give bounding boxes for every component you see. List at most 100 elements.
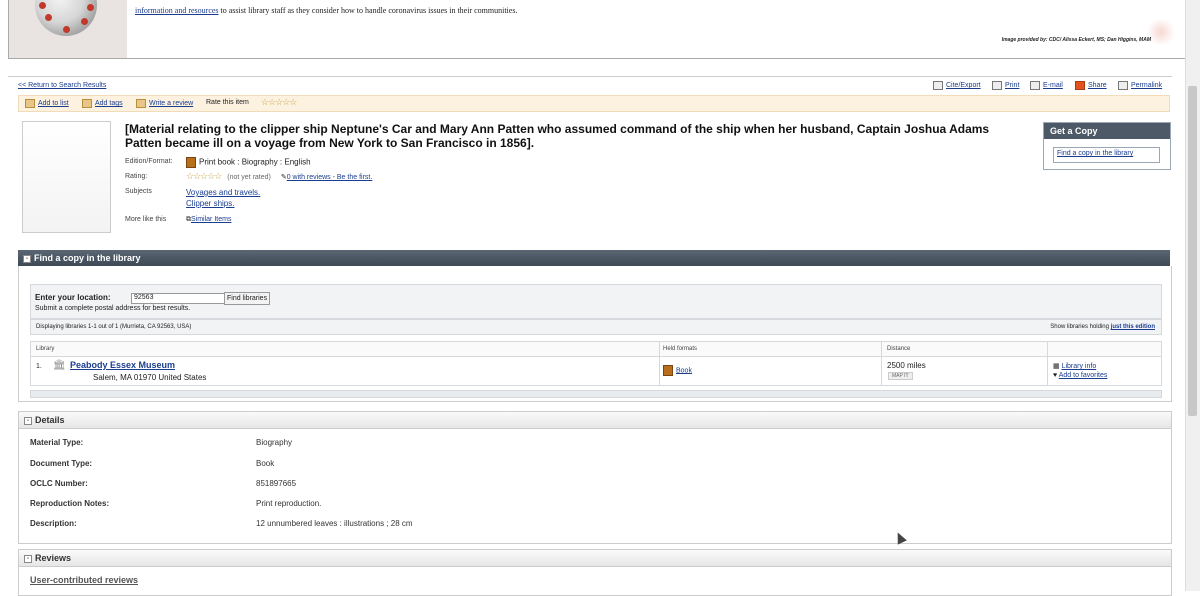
more-like-this-label: More like this (125, 216, 167, 223)
detail-value: 12 unnumbered leaves : illustrations ; 2… (256, 519, 413, 528)
detail-value: Biography (256, 438, 293, 447)
library-name-link[interactable]: Peabody Essex Museum (70, 360, 175, 370)
displaying-text: Displaying libraries 1-1 out of 1 (Murri… (36, 324, 192, 330)
rate-item-label: Rate this item (206, 99, 249, 106)
similar-items-label[interactable]: Similar Items (191, 216, 231, 223)
banner-resources-link[interactable]: information and resources (135, 6, 219, 15)
just-this-edition-link[interactable]: just this edition (1111, 324, 1155, 330)
held-format-link[interactable]: Book (663, 365, 692, 376)
cite-icon (933, 81, 943, 90)
add-favorites-link[interactable]: ♥ Add to favorites (1053, 372, 1107, 379)
add-tags-button[interactable]: Add tags (82, 99, 123, 108)
add-tags-label[interactable]: Add tags (95, 100, 123, 107)
library-address: Salem, MA 01970 United States (93, 373, 207, 382)
print-link[interactable]: Print (992, 81, 1019, 90)
get-a-copy-header: Get a Copy (1044, 123, 1170, 139)
write-review-button[interactable]: Write a review (136, 99, 193, 108)
distance-value: 2500 miles (887, 361, 926, 370)
col-library: Library (36, 346, 55, 352)
location-help-text: Submit a complete postal address for bes… (35, 305, 191, 312)
table-footer-bar (30, 390, 1162, 398)
get-a-copy-panel: Get a Copy Find a copy in the library (1043, 122, 1171, 170)
write-review-label[interactable]: Write a review (149, 100, 193, 107)
find-copy-button[interactable]: Find a copy in the library (1053, 147, 1160, 163)
info-icon: ▦ (1053, 363, 1060, 370)
share-link[interactable]: Share (1075, 81, 1107, 90)
cite-export-link[interactable]: Cite/Export (933, 81, 981, 90)
detail-label: Document Type: (30, 459, 93, 468)
email-label[interactable]: E-mail (1043, 82, 1063, 89)
collapse-icon[interactable]: - (24, 555, 32, 563)
table-row: 1. 🏛 Peabody Essex Museum Salem, MA 0197… (30, 355, 1162, 386)
edition-text: Print book : Biography : English (199, 157, 311, 167)
top-link-row: << Return to Search Results Cite/Export … (8, 76, 1172, 93)
subject-link-voyages[interactable]: Voyages and travels. (186, 188, 260, 197)
rating-value: ☆☆☆☆☆ (not yet rated) ✎0 with reviews - … (186, 171, 372, 182)
detail-label: Description: (30, 519, 77, 528)
permalink-link[interactable]: Permalink (1118, 81, 1162, 90)
print-label[interactable]: Print (1005, 82, 1019, 89)
record-title: [Material relating to the clipper ship N… (125, 122, 990, 150)
tag-icon (82, 99, 92, 108)
add-to-list-button[interactable]: Add to list (25, 99, 69, 108)
page-scrollbar[interactable] (1185, 0, 1200, 591)
find-libraries-button[interactable]: Find libraries (224, 292, 271, 305)
book-icon (186, 157, 196, 168)
find-copy-section-header[interactable]: - Find a copy in the library (18, 250, 1170, 266)
book-icon (663, 365, 673, 376)
reviews-section-body (18, 565, 1172, 596)
library-info-label[interactable]: Library info (1062, 363, 1097, 370)
collapse-icon[interactable]: - (23, 255, 31, 263)
subject-link-clipper-ships[interactable]: Clipper ships. (186, 199, 234, 208)
share-label[interactable]: Share (1088, 82, 1107, 89)
share-plus-icon (1075, 81, 1085, 90)
edition-value: Print book : Biography : English (186, 157, 311, 168)
user-reviews-link[interactable]: User-contributed reviews (30, 575, 138, 585)
banner-decoration (1147, 18, 1175, 46)
printer-icon (992, 81, 1002, 90)
rating-stars: ☆☆☆☆☆ (186, 171, 222, 181)
return-to-search-link[interactable]: << Return to Search Results (18, 82, 106, 89)
similar-items-link[interactable]: ⧉Similar Items (186, 216, 231, 224)
heart-icon: ♥ (1053, 372, 1058, 379)
get-a-copy-title: Get a Copy (1050, 126, 1098, 136)
reviews-section-title: Reviews (35, 553, 72, 563)
subjects-label: Subjects (125, 188, 152, 195)
email-link[interactable]: E-mail (1030, 81, 1063, 90)
location-label: Enter your location: (35, 293, 111, 302)
detail-label: Material Type: (30, 438, 84, 447)
detail-value: Print reproduction. (256, 499, 322, 508)
permalink-label[interactable]: Permalink (1131, 82, 1162, 89)
chain-link-icon (1118, 81, 1128, 90)
museum-building-icon: 🏛 (53, 360, 66, 371)
displaying-row: Displaying libraries 1-1 out of 1 (Murri… (30, 319, 1162, 335)
rating-label: Rating: (125, 173, 148, 180)
book-cover-placeholder (22, 121, 111, 233)
envelope-icon (1030, 81, 1040, 90)
map-it-button[interactable]: MAP IT (888, 372, 913, 380)
find-copy-button-label[interactable]: Find a copy in the library (1057, 150, 1133, 157)
add-to-list-label[interactable]: Add to list (38, 100, 69, 107)
reviews-link-label[interactable]: 0 with reviews - Be the first. (287, 174, 373, 181)
held-format-label[interactable]: Book (676, 367, 692, 374)
collapse-icon[interactable]: - (24, 417, 32, 425)
pencil-icon (136, 99, 146, 108)
library-info-link[interactable]: ▦ Library info (1053, 362, 1096, 370)
row-number: 1. (36, 363, 42, 370)
details-section-title: Details (35, 415, 65, 425)
col-held-formats: Held formats (663, 346, 698, 352)
coronavirus-image (9, 0, 127, 58)
add-favorites-label[interactable]: Add to favorites (1059, 372, 1108, 379)
detail-value: Book (256, 459, 275, 468)
banner-text: information and resources to assist libr… (135, 6, 517, 15)
item-action-bar: Add to list Add tags Write a review Rate… (18, 95, 1170, 112)
list-icon (25, 99, 35, 108)
detail-label: Reproduction Notes: (30, 499, 110, 508)
show-holding-text: Show libraries holding just this edition (1050, 324, 1155, 330)
reviews-link[interactable]: ✎0 with reviews - Be the first. (281, 174, 372, 181)
location-input[interactable]: 92563 (131, 293, 225, 304)
scrollbar-thumb[interactable] (1188, 86, 1197, 416)
rate-stars[interactable]: ☆☆☆☆☆ (261, 97, 297, 108)
show-holding-label: Show libraries holding (1050, 324, 1111, 330)
cite-label[interactable]: Cite/Export (946, 82, 981, 89)
